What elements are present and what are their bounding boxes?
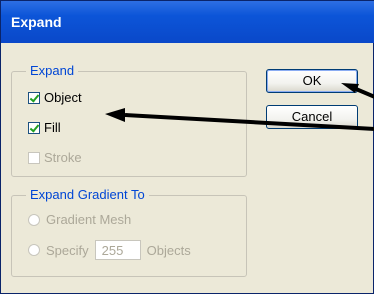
object-checkbox[interactable] xyxy=(28,91,40,104)
expand-gradient-legend: Expand Gradient To xyxy=(26,187,149,202)
specify-radio xyxy=(28,244,40,256)
objects-label: Objects xyxy=(146,242,191,258)
expand-dialog: Expand Expand Object Fill Stroke Expand … xyxy=(0,0,374,294)
expand-group-legend: Expand xyxy=(26,63,79,78)
expand-groupbox: Expand Object Fill Stroke xyxy=(11,63,247,177)
specify-radio-row: Specify Objects xyxy=(28,240,191,260)
specify-label: Specify xyxy=(46,242,89,258)
stroke-label: Stroke xyxy=(44,150,82,165)
object-checkbox-row[interactable]: Object xyxy=(28,90,82,105)
expand-gradient-groupbox: Expand Gradient To Gradient Mesh Specify… xyxy=(11,187,247,277)
fill-label: Fill xyxy=(44,120,61,135)
object-label: Object xyxy=(44,90,82,105)
ok-button[interactable]: OK xyxy=(266,69,358,93)
gradient-mesh-label: Gradient Mesh xyxy=(46,212,132,227)
title-bar[interactable]: Expand xyxy=(1,1,374,43)
fill-checkbox-row[interactable]: Fill xyxy=(28,120,61,135)
dialog-body: Expand Object Fill Stroke Expand Gradien… xyxy=(7,43,369,289)
fill-checkbox[interactable] xyxy=(28,121,40,134)
gradient-mesh-radio xyxy=(28,213,40,226)
cancel-button[interactable]: Cancel xyxy=(266,105,358,129)
gradient-mesh-radio-row: Gradient Mesh xyxy=(28,212,131,227)
window-title: Expand xyxy=(11,14,62,30)
objects-count-input xyxy=(94,240,141,260)
stroke-checkbox-row: Stroke xyxy=(28,150,82,165)
stroke-checkbox xyxy=(28,151,40,164)
